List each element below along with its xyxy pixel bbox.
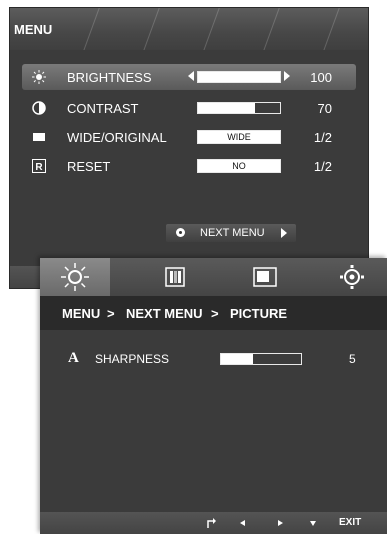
brightness-label: BRIGHTNESS: [67, 70, 152, 85]
breadcrumb-picture: PICTURE: [230, 306, 288, 321]
aspect-ratio-icon: [33, 133, 45, 141]
next-menu-label: NEXT MENU: [200, 227, 265, 239]
menu-item-brightness[interactable]: BRIGHTNESS 100: [22, 64, 356, 90]
return-icon[interactable]: [206, 517, 218, 529]
sharpness-value: 5: [349, 352, 356, 366]
reset-label: RESET: [67, 159, 111, 174]
contrast-value: 70: [317, 101, 332, 116]
brightness-icon: [32, 70, 46, 84]
next-menu-button[interactable]: NEXT MENU: [166, 224, 296, 242]
right-arrow-icon[interactable]: [277, 520, 283, 526]
menu-title: MENU: [14, 22, 53, 37]
down-arrow-icon[interactable]: [310, 520, 316, 526]
breadcrumb-separator: >: [211, 306, 219, 321]
menu-item-contrast[interactable]: CONTRAST 70: [22, 95, 356, 121]
contrast-label: CONTRAST: [67, 101, 139, 116]
brightness-slider[interactable]: [197, 71, 281, 83]
other-settings-icon: [340, 265, 364, 289]
enter-icon: [176, 228, 185, 237]
chevron-right-icon: [281, 228, 287, 238]
exit-button[interactable]: EXIT: [339, 517, 361, 528]
menu-title-bar: MENU: [10, 8, 368, 50]
decrease-arrow-icon[interactable]: [188, 71, 194, 81]
button-guide: EXIT: [40, 512, 387, 534]
breadcrumb-menu: MENU: [62, 306, 101, 321]
sharpness-slider[interactable]: [220, 353, 302, 365]
menu-item-wide-original[interactable]: WIDE/ORIGINAL WIDE 1/2: [22, 124, 356, 150]
breadcrumb-next-menu: NEXT MENU: [126, 306, 203, 321]
increase-arrow-icon[interactable]: [284, 71, 290, 81]
svg-text:R: R: [35, 162, 43, 173]
left-arrow-icon[interactable]: [240, 520, 246, 526]
breadcrumb: MENU > NEXT MENU > PICTURE: [40, 296, 387, 330]
picture-icon: [61, 263, 89, 291]
sharpness-label: SHARPNESS: [95, 352, 170, 366]
wide-original-option[interactable]: WIDE: [197, 130, 281, 144]
wide-original-label: WIDE/ORIGINAL: [67, 130, 167, 145]
color-icon: [165, 267, 185, 287]
display-icon: [253, 267, 277, 287]
breadcrumb-separator: >: [107, 306, 115, 321]
contrast-icon: [32, 101, 46, 115]
reset-icon: R: [32, 159, 46, 173]
main-menu-panel: MENU BRIGHTNESS 100 CONTRAST 70 WIDE/ORI…: [10, 8, 368, 288]
tab-display[interactable]: [230, 258, 300, 296]
menu-item-reset[interactable]: R RESET NO 1/2: [22, 153, 356, 179]
sharpness-icon: A: [68, 350, 79, 366]
category-tabs: [40, 258, 387, 296]
brightness-value: 100: [310, 70, 332, 85]
picture-menu-panel: MENU > NEXT MENU > PICTURE A SHARPNESS 5…: [40, 258, 387, 534]
tab-other-settings[interactable]: [317, 258, 387, 296]
tab-color[interactable]: [140, 258, 210, 296]
reset-option[interactable]: NO: [197, 159, 281, 173]
wide-original-value: 1/2: [313, 130, 332, 145]
reset-value: 1/2: [313, 159, 332, 174]
menu-item-sharpness[interactable]: A SHARPNESS 5: [40, 350, 387, 370]
contrast-slider[interactable]: [197, 102, 281, 114]
tab-picture[interactable]: [40, 258, 110, 296]
